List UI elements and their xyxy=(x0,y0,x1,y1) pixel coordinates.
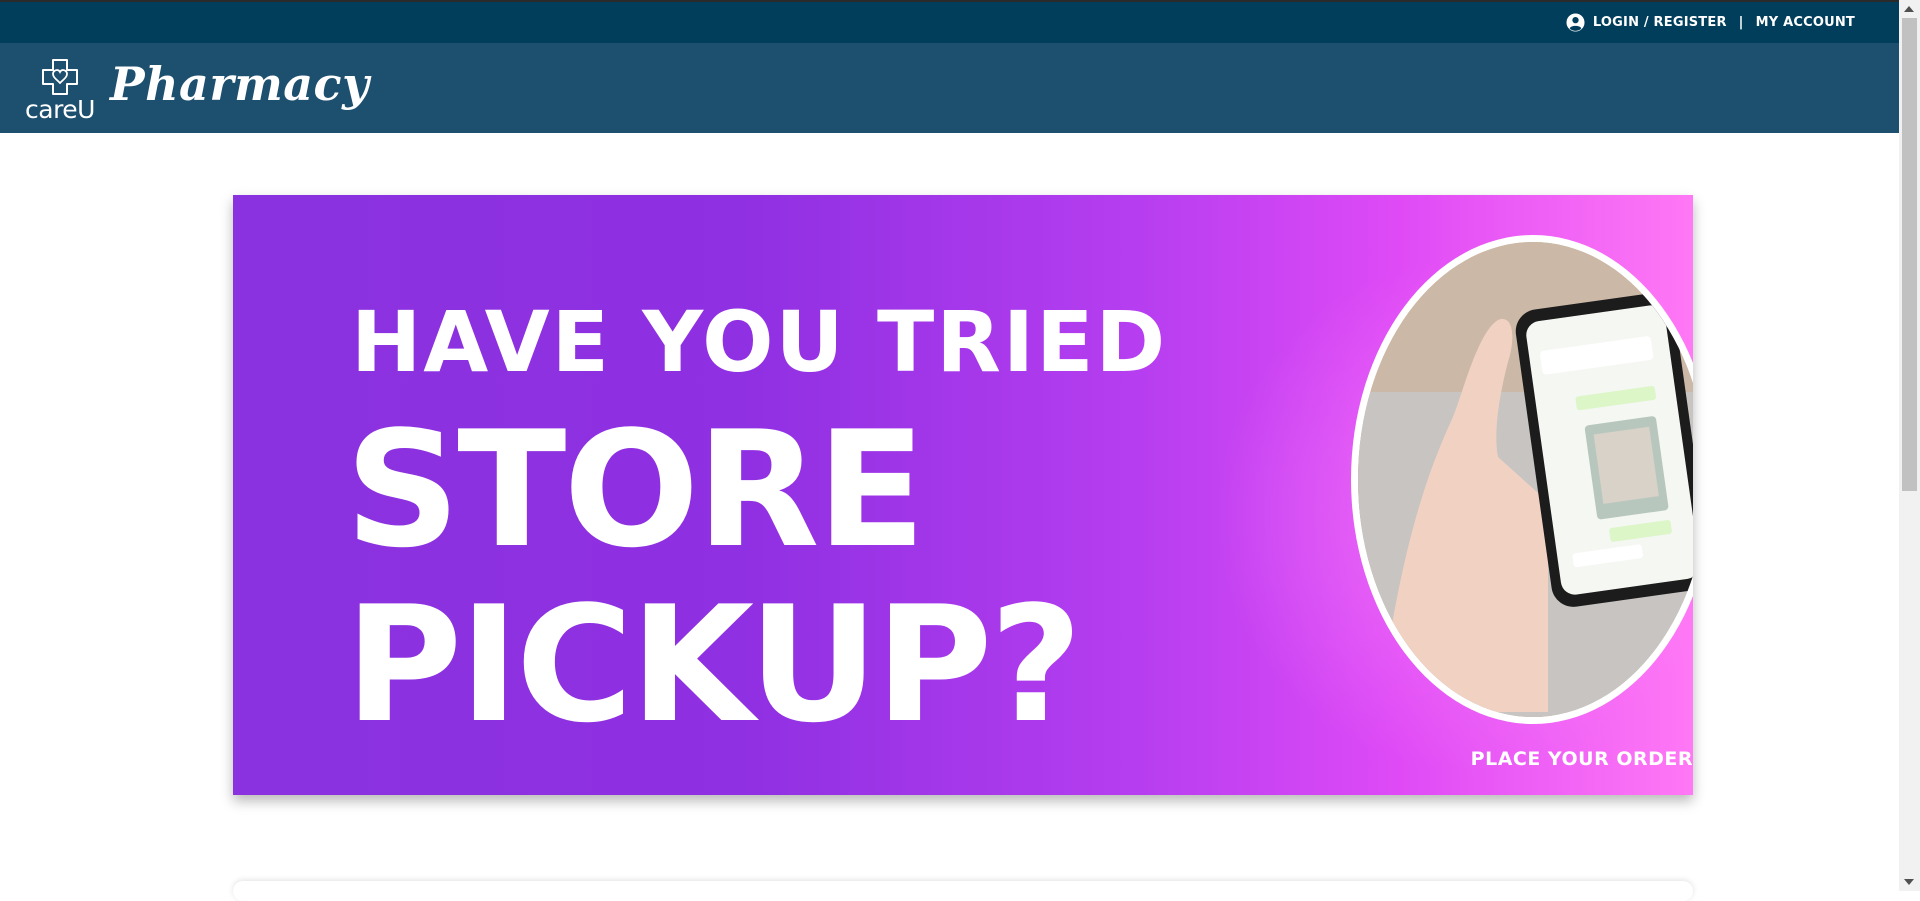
scroll-up-arrow-icon[interactable] xyxy=(1904,6,1914,12)
banner-heading-line3: PICKUP? xyxy=(345,571,1082,758)
brand-title[interactable]: Pharmacy xyxy=(110,57,369,111)
my-account-link[interactable]: MY ACCOUNT xyxy=(1756,15,1855,30)
page-scrollbar[interactable] xyxy=(1899,0,1920,891)
careu-logo[interactable]: careU xyxy=(20,57,100,124)
place-order-cta[interactable]: PLACE YOUR ORDER xyxy=(1471,748,1693,770)
login-register-link[interactable]: LOGIN / REGISTER xyxy=(1593,15,1727,30)
user-circle-icon xyxy=(1566,13,1585,32)
logo-text: careU xyxy=(25,95,95,124)
banner-heading-line2: STORE xyxy=(345,396,926,583)
phone-hand-illustration xyxy=(1358,242,1693,717)
link-separator: | xyxy=(1738,15,1744,30)
store-pickup-banner[interactable]: HAVE YOU TRIED STORE PICKUP? PLACE YOUR … xyxy=(233,195,1693,795)
scrollbar-thumb[interactable] xyxy=(1902,18,1917,491)
scroll-down-arrow-icon[interactable] xyxy=(1904,879,1914,885)
top-utility-bar: LOGIN / REGISTER | MY ACCOUNT xyxy=(0,2,1899,43)
account-links: LOGIN / REGISTER | MY ACCOUNT xyxy=(1566,2,1855,43)
banner-heading-line1: HAVE YOU TRIED xyxy=(351,293,1168,391)
site-header: careU Pharmacy xyxy=(0,43,1899,133)
cross-heart-icon xyxy=(42,59,78,95)
next-section-card xyxy=(233,881,1693,901)
phone-in-hand-photo xyxy=(1351,235,1693,724)
